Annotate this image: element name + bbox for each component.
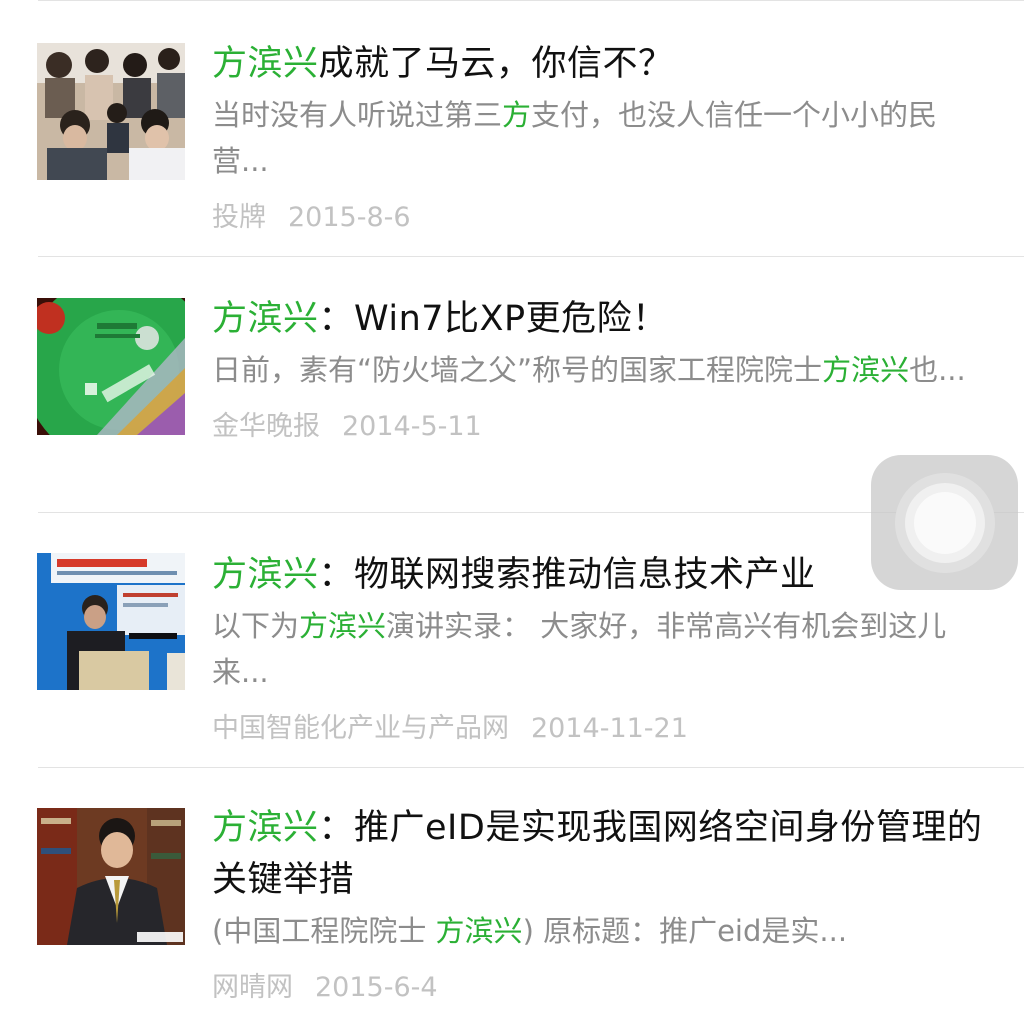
result-meta: 网晴网 2015-6-4 (212, 968, 984, 1008)
title-highlight: 方滨兴 (212, 808, 319, 848)
title-highlight: 方滨兴 (212, 44, 319, 84)
result-meta: 中国智能化产业与产品网 2014-11-21 (212, 709, 984, 749)
snippet-highlight: 方滨兴 (822, 353, 910, 387)
result-title[interactable]: 方滨兴成就了马云，你信不？ (212, 38, 984, 90)
result-item-2[interactable]: 方滨兴：Win7比XP更危险！ 日前，素有“防火墙之父”称号的国家工程院院士方滨… (0, 256, 1024, 511)
assistive-ring-inner (914, 492, 976, 554)
result-item-4[interactable]: 方滨兴：推广eID是实现我国网络空间身份管理的关键举措 (中国工程院院士 方滨兴… (0, 767, 1024, 1022)
thumbnail-windows-disc (37, 298, 185, 435)
result-snippet: 当时没有人听说过第三方支付，也没人信任一个小小的民营... (212, 92, 984, 184)
thumbnail-crowd (37, 43, 185, 180)
result-date: 2014-5-11 (342, 411, 482, 442)
title-highlight: 方滨兴 (212, 555, 319, 595)
snippet-text: 当时没有人听说过第三 (212, 98, 503, 132)
snippet-text: ) 原标题：推广eid是实... (522, 914, 848, 948)
title-rest: ：推广eID是实现我国网络空间身份管理的关键举措 (212, 808, 983, 900)
result-item-1[interactable]: 方滨兴成就了马云，你信不？ 当时没有人听说过第三方支付，也没人信任一个小小的民营… (0, 0, 1024, 255)
result-text: 方滨兴：推广eID是实现我国网络空间身份管理的关键举措 (中国工程院院士 方滨兴… (212, 802, 984, 1008)
snippet-text: (中国工程院院士 (212, 914, 436, 948)
result-snippet: 以下为方滨兴演讲实录： 大家好，非常高兴有机会到这儿来... (212, 603, 984, 695)
thumbnail-speaker (37, 553, 185, 690)
title-highlight: 方滨兴 (212, 299, 319, 339)
result-text: 方滨兴：Win7比XP更危险！ 日前，素有“防火墙之父”称号的国家工程院院士方滨… (212, 293, 984, 447)
result-snippet: 日前，素有“防火墙之父”称号的国家工程院院士方滨兴也... (212, 347, 984, 393)
snippet-text: 日前，素有“防火墙之父”称号的国家工程院院士 (212, 353, 823, 387)
snippet-text: 也... (909, 353, 966, 387)
title-rest: ：物联网搜索推动信息技术产业 (318, 555, 816, 595)
result-meta: 投牌 2015-8-6 (212, 198, 984, 238)
title-rest: 成就了马云，你信不？ (318, 44, 674, 84)
result-text: 方滨兴成就了马云，你信不？ 当时没有人听说过第三方支付，也没人信任一个小小的民营… (212, 38, 984, 238)
result-source: 中国智能化产业与产品网 (212, 713, 509, 744)
snippet-highlight: 方滨兴 (435, 914, 523, 948)
snippet-text: 以下为 (212, 609, 300, 643)
result-source: 投牌 (212, 202, 266, 233)
result-title[interactable]: 方滨兴：Win7比XP更危险！ (212, 293, 984, 345)
result-source: 网晴网 (212, 972, 293, 1003)
result-date: 2015-6-4 (315, 972, 438, 1003)
result-snippet: (中国工程院院士 方滨兴) 原标题：推广eid是实... (212, 908, 984, 954)
result-title[interactable]: 方滨兴：推广eID是实现我国网络空间身份管理的关键举措 (212, 802, 984, 906)
result-source: 金华晚报 (212, 411, 320, 442)
result-title[interactable]: 方滨兴：物联网搜索推动信息技术产业 (212, 549, 984, 601)
result-text: 方滨兴：物联网搜索推动信息技术产业 以下为方滨兴演讲实录： 大家好，非常高兴有机… (212, 549, 984, 749)
result-meta: 金华晚报 2014-5-11 (212, 407, 984, 447)
snippet-highlight: 方 (502, 98, 532, 132)
assistive-touch-icon[interactable] (871, 455, 1018, 590)
result-date: 2014-11-21 (531, 713, 688, 744)
title-rest: ：Win7比XP更危险！ (318, 299, 668, 339)
snippet-highlight: 方滨兴 (299, 609, 387, 643)
thumbnail-portrait (37, 808, 185, 945)
result-date: 2015-8-6 (288, 202, 411, 233)
